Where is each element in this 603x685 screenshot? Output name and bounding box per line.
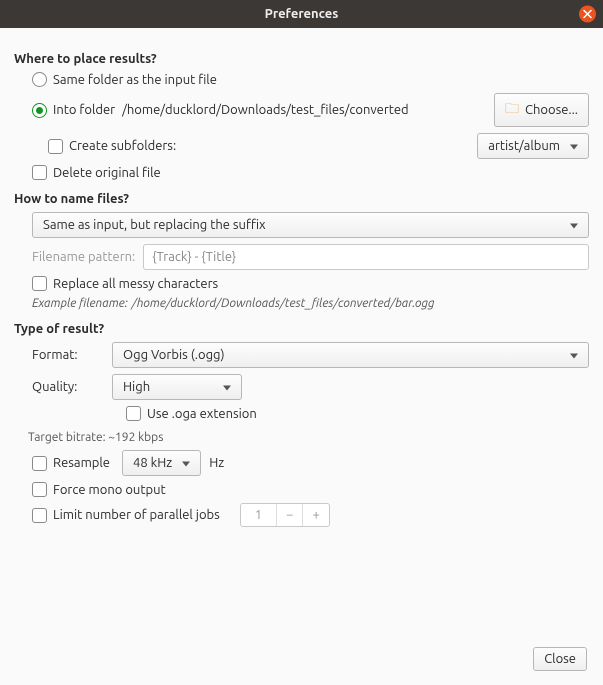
window-title: Preferences xyxy=(265,7,339,21)
radio-same-folder-label: Same folder as the input file xyxy=(53,73,217,87)
close-icon[interactable] xyxy=(579,6,596,23)
limit-jobs-label: Limit number of parallel jobs xyxy=(53,508,220,522)
radio-same-folder-row[interactable]: Same folder as the input file xyxy=(32,72,589,87)
close-button[interactable]: Close xyxy=(533,647,587,671)
target-bitrate: Target bitrate: ~192 kbps xyxy=(28,431,589,444)
radio-same-folder[interactable] xyxy=(32,72,47,87)
radio-into-folder-label: Into folder xyxy=(53,103,115,117)
format-value: Ogg Vorbis (.ogg) xyxy=(123,348,225,362)
example-filename-path: /home/ducklord/Downloads/test_files/conv… xyxy=(132,297,435,310)
example-filename-label: Example filename: xyxy=(32,297,128,310)
radio-into-folder-row[interactable]: Into folder /home/ducklord/Downloads/tes… xyxy=(32,93,589,127)
radio-into-folder[interactable] xyxy=(32,103,47,118)
quality-label: Quality: xyxy=(32,380,112,394)
delete-original-label: Delete original file xyxy=(53,166,161,180)
subfolder-scheme-value: artist/album xyxy=(488,139,560,153)
choose-button-label: Choose... xyxy=(525,103,578,117)
close-button-label: Close xyxy=(544,652,576,666)
replace-messy-label: Replace all messy characters xyxy=(53,277,218,291)
check-mono[interactable] xyxy=(32,482,47,497)
check-limit-jobs[interactable] xyxy=(32,508,47,523)
resample-label: Resample xyxy=(53,456,110,470)
resample-row: Resample 48 kHz Hz xyxy=(32,450,589,476)
resample-rate-value: 48 kHz xyxy=(133,456,172,470)
check-replace-messy[interactable] xyxy=(32,276,47,291)
into-folder-path: /home/ducklord/Downloads/test_files/conv… xyxy=(122,103,409,117)
check-delete-original[interactable] xyxy=(32,165,47,180)
choose-folder-button[interactable]: 🗀 Choose... xyxy=(494,93,589,127)
hz-label: Hz xyxy=(209,456,224,470)
check-oga-ext[interactable] xyxy=(126,406,141,421)
check-create-subfolders[interactable] xyxy=(48,139,63,154)
jobs-plus[interactable]: + xyxy=(303,504,328,526)
heading-results-location: Where to place results? xyxy=(14,52,589,66)
dialog-footer: Close xyxy=(533,647,587,671)
limit-jobs-row: Limit number of parallel jobs 1 − + xyxy=(32,503,589,527)
oga-ext-row[interactable]: Use .oga extension xyxy=(126,406,589,421)
naming-scheme-value: Same as input, but replacing the suffix xyxy=(43,218,266,232)
quality-dropdown[interactable]: High xyxy=(112,374,242,400)
titlebar: Preferences xyxy=(0,0,603,28)
check-resample[interactable] xyxy=(32,456,47,471)
create-subfolders-row: Create subfolders: artist/album xyxy=(48,133,589,159)
jobs-value: 1 xyxy=(241,504,277,526)
resample-rate-dropdown[interactable]: 48 kHz xyxy=(122,450,201,476)
filename-pattern-label: Filename pattern: xyxy=(32,250,135,264)
jobs-minus[interactable]: − xyxy=(277,504,303,526)
filename-pattern-input[interactable]: {Track} - {Title} xyxy=(143,244,589,270)
mono-label: Force mono output xyxy=(53,483,166,497)
heading-result-type: Type of result? xyxy=(14,322,589,336)
example-filename-row: Example filename: /home/ducklord/Downloa… xyxy=(32,297,589,310)
delete-original-row[interactable]: Delete original file xyxy=(32,165,589,180)
create-subfolders-label: Create subfolders: xyxy=(69,139,176,153)
subfolder-scheme-dropdown[interactable]: artist/album xyxy=(477,133,589,159)
oga-ext-label: Use .oga extension xyxy=(147,407,257,421)
format-dropdown[interactable]: Ogg Vorbis (.ogg) xyxy=(112,342,589,368)
heading-naming: How to name files? xyxy=(14,192,589,206)
quality-value: High xyxy=(123,380,150,394)
dialog-content: Where to place results? Same folder as t… xyxy=(0,28,603,545)
mono-row[interactable]: Force mono output xyxy=(32,482,589,497)
naming-scheme-dropdown[interactable]: Same as input, but replacing the suffix xyxy=(32,212,589,238)
format-label: Format: xyxy=(32,348,112,362)
parallel-jobs-stepper[interactable]: 1 − + xyxy=(240,503,330,527)
replace-messy-row[interactable]: Replace all messy characters xyxy=(32,276,589,291)
folder-icon: 🗀 xyxy=(505,98,519,122)
